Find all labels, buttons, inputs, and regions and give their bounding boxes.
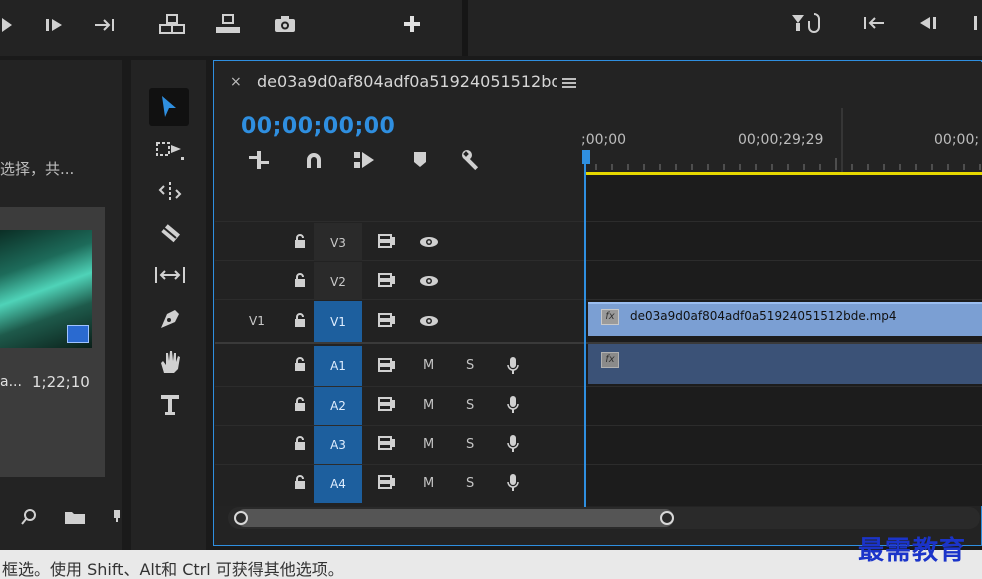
scrollbar-thumb[interactable] bbox=[236, 509, 674, 527]
clip-duration: 1;22;10 bbox=[32, 373, 90, 391]
eye-icon[interactable] bbox=[418, 234, 440, 250]
wrench-icon[interactable] bbox=[458, 146, 486, 174]
watermark-logo: 最需教育 bbox=[858, 536, 967, 566]
close-tab-icon[interactable]: × bbox=[230, 74, 242, 90]
solo-button-a4[interactable]: S bbox=[466, 476, 474, 491]
solo-button-a3[interactable]: S bbox=[466, 437, 474, 452]
solo-button-a1[interactable]: S bbox=[466, 358, 474, 373]
lock-icon[interactable] bbox=[292, 355, 308, 373]
marker-icon[interactable] bbox=[408, 148, 432, 172]
go-to-in-icon[interactable] bbox=[860, 12, 888, 34]
play-icon[interactable] bbox=[0, 14, 14, 36]
source-patch-v1[interactable]: V1 bbox=[249, 314, 265, 328]
sync-lock-icon[interactable] bbox=[376, 272, 398, 288]
time-ruler[interactable] bbox=[586, 108, 982, 172]
eye-icon[interactable] bbox=[418, 273, 440, 289]
scroll-handle-right[interactable] bbox=[660, 511, 674, 525]
panel-menu-icon[interactable] bbox=[560, 74, 578, 92]
snap-icon[interactable] bbox=[302, 148, 326, 172]
track-label-a2: A2 bbox=[330, 399, 346, 413]
track-label-v3: V3 bbox=[330, 236, 346, 250]
lock-icon[interactable] bbox=[292, 232, 308, 250]
fx-badge-icon[interactable]: fx bbox=[601, 309, 619, 325]
mute-button-a2[interactable]: M bbox=[423, 398, 434, 413]
mic-icon[interactable] bbox=[504, 395, 522, 415]
track-label-a1: A1 bbox=[330, 359, 346, 373]
folder-icon[interactable] bbox=[62, 506, 88, 528]
track-label-v2: V2 bbox=[330, 275, 346, 289]
audio-clip[interactable] bbox=[588, 344, 982, 384]
sync-lock-icon[interactable] bbox=[376, 357, 398, 373]
type-icon[interactable] bbox=[152, 388, 188, 422]
playhead-handle[interactable] bbox=[582, 150, 590, 164]
status-hint: 框选。使用 Shift、Alt和 Ctrl 可获得其他选项。 bbox=[2, 560, 344, 579]
play-stop-icon[interactable] bbox=[970, 12, 982, 34]
export-frame-icon[interactable] bbox=[272, 12, 298, 36]
sync-lock-icon[interactable] bbox=[376, 435, 398, 451]
add-button-icon[interactable] bbox=[400, 12, 424, 36]
sequence-tab-title[interactable]: de03a9d0af804adf0a51924051512bde bbox=[257, 72, 557, 94]
fx-badge-icon[interactable]: fx bbox=[601, 352, 619, 368]
track-label-v1: V1 bbox=[330, 315, 346, 329]
lock-icon[interactable] bbox=[292, 271, 308, 289]
mic-icon[interactable] bbox=[504, 356, 522, 376]
solo-button-a2[interactable]: S bbox=[466, 398, 474, 413]
track-divider bbox=[215, 221, 982, 222]
lift-link-icon[interactable] bbox=[788, 10, 828, 36]
mute-button-a1[interactable]: M bbox=[423, 358, 434, 373]
selection-tool-icon[interactable] bbox=[149, 88, 189, 126]
sync-lock-icon[interactable] bbox=[376, 474, 398, 490]
linked-selection-icon[interactable] bbox=[350, 148, 380, 172]
lock-icon[interactable] bbox=[292, 473, 308, 491]
step-forward-icon[interactable] bbox=[42, 14, 66, 36]
video-clip-name: de03a9d0af804adf0a51924051512bde.mp4 bbox=[630, 309, 897, 323]
step-back-icon[interactable] bbox=[914, 12, 942, 34]
search-icon[interactable] bbox=[18, 506, 40, 528]
pen-icon[interactable] bbox=[152, 302, 188, 336]
program-transport-right bbox=[468, 0, 982, 56]
lock-icon[interactable] bbox=[292, 434, 308, 452]
new-item-icon[interactable] bbox=[112, 506, 122, 528]
mute-button-a3[interactable]: M bbox=[423, 437, 434, 452]
insert-icon[interactable] bbox=[158, 12, 186, 36]
mute-button-a4[interactable]: M bbox=[423, 476, 434, 491]
hand-icon[interactable] bbox=[152, 344, 188, 380]
track-select-icon[interactable] bbox=[152, 134, 188, 166]
razor-icon[interactable] bbox=[152, 218, 188, 250]
ripple-edit-icon[interactable] bbox=[152, 176, 188, 208]
nest-sequence-icon[interactable] bbox=[246, 148, 272, 172]
playhead-timecode[interactable]: 00;00;00;00 bbox=[241, 114, 395, 139]
playhead[interactable] bbox=[584, 150, 586, 510]
slip-icon[interactable] bbox=[150, 258, 190, 292]
track-label-a3: A3 bbox=[330, 438, 346, 452]
track-area[interactable] bbox=[586, 175, 982, 506]
go-to-out-icon[interactable] bbox=[92, 14, 120, 36]
overwrite-icon[interactable] bbox=[214, 12, 242, 36]
selection-summary: 选择，共... bbox=[0, 160, 75, 178]
lock-icon[interactable] bbox=[292, 311, 308, 329]
sync-lock-icon[interactable] bbox=[376, 312, 398, 328]
track-label-a4: A4 bbox=[330, 477, 346, 491]
eye-icon[interactable] bbox=[418, 313, 440, 329]
lock-icon[interactable] bbox=[292, 395, 308, 413]
clip-name: a... bbox=[0, 374, 22, 390]
mic-icon[interactable] bbox=[504, 473, 522, 493]
sync-lock-icon[interactable] bbox=[376, 396, 398, 412]
mic-icon[interactable] bbox=[504, 434, 522, 454]
sequence-badge-icon bbox=[67, 325, 89, 343]
sync-lock-icon[interactable] bbox=[376, 233, 398, 249]
scroll-handle-left[interactable] bbox=[234, 511, 248, 525]
